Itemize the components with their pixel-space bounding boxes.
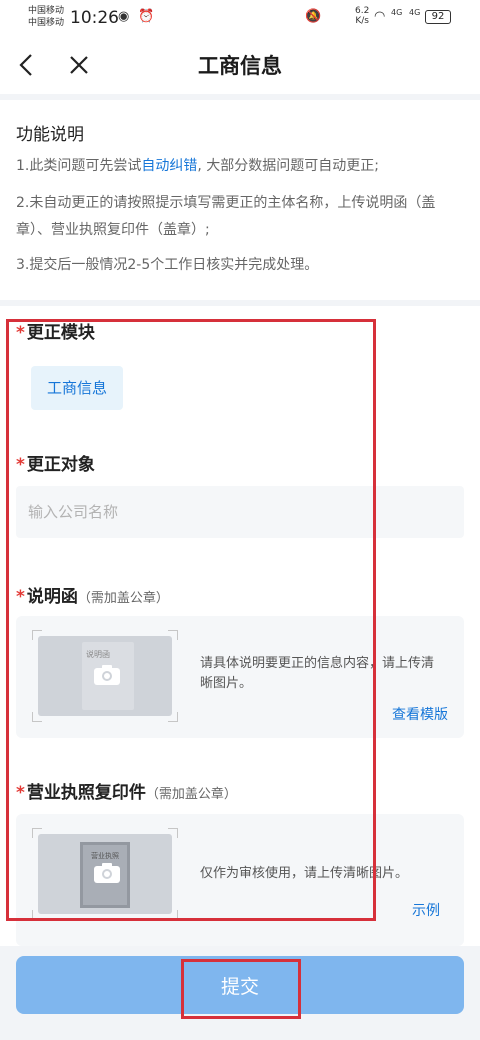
- line1-prefix: 1.此类问题可先尝试: [16, 158, 142, 174]
- license-label-text: 营业执照复印件: [26, 783, 146, 803]
- alarm-icon: ⏰: [138, 9, 155, 24]
- frame-corner: [168, 910, 178, 920]
- letter-label: * 说明函（需加盖公章）: [16, 582, 169, 607]
- frame-corner: [168, 712, 178, 722]
- correction-form: *更正模块 工商信息 *更正对象 *说明函（需加盖公章） 说明函 请具体说明要更…: [0, 306, 480, 946]
- example-link[interactable]: 示例: [412, 900, 440, 920]
- net-1: 4G: [391, 8, 403, 17]
- line1-suffix: , 大部分数据问题可自动更正;: [197, 158, 379, 174]
- letter-hint: 请具体说明要更正的信息内容，请上传清晰图片。: [200, 656, 435, 691]
- description-line-1: 1.此类问题可先尝试自动纠错, 大部分数据问题可自动更正;: [16, 153, 462, 180]
- frame-corner: [32, 910, 42, 920]
- required-mark: *: [16, 455, 25, 475]
- module-label-text: 更正模块: [26, 323, 95, 343]
- carrier-2: 中国移动: [28, 18, 65, 28]
- license-upload-button[interactable]: 营业执照: [32, 828, 178, 920]
- speed-value: 6.2: [355, 6, 370, 16]
- description-title: 功能说明: [16, 125, 84, 145]
- required-mark: *: [16, 323, 25, 343]
- camera-icon: [94, 863, 120, 883]
- nav-bar: 工商信息: [0, 36, 480, 94]
- frame-corner: [168, 630, 178, 640]
- target-label-text: 更正对象: [26, 455, 95, 475]
- letter-label-text: 说明函: [26, 587, 78, 607]
- module-label: * 更正模块: [16, 318, 95, 343]
- auto-correct-link[interactable]: 自动纠错: [141, 158, 197, 174]
- license-label-sub: （需加盖公章）: [145, 787, 237, 802]
- letter-label-sub: （需加盖公章）: [77, 591, 169, 606]
- license-upload-box: 营业执照 仅作为审核使用，请上传清晰图片。 示例: [16, 814, 464, 946]
- mute-icon: 🔕: [305, 9, 322, 24]
- license-hint: 仅作为审核使用，请上传清晰图片。: [200, 866, 409, 881]
- letter-upload-box: 说明函 请具体说明要更正的信息内容，请上传清晰图片。 查看模版: [16, 616, 464, 738]
- speed-unit: K/s: [355, 16, 369, 26]
- view-template-link[interactable]: 查看模版: [392, 704, 448, 724]
- frame-corner: [168, 828, 178, 838]
- page-title: 工商信息: [198, 54, 282, 78]
- license-label: * 营业执照复印件（需加盖公章）: [16, 778, 237, 803]
- status-bar: 中国移动 中国移动 10:26 ◉ ⏰ 🔕 6.2 K/s ◠ 4G 4G 92: [0, 0, 480, 36]
- description-line-2: 2.未自动更正的请按照提示填写需更正的主体名称，上传说明函（盖章）、营业执照复印…: [16, 195, 436, 238]
- target-label: * 更正对象: [16, 450, 95, 475]
- frame-corner: [32, 630, 42, 640]
- frame-corner: [32, 828, 42, 838]
- frame-corner: [32, 712, 42, 722]
- net-2: 4G: [409, 8, 421, 17]
- submit-button[interactable]: 提交: [16, 956, 464, 1014]
- letter-upload-button[interactable]: 说明函: [32, 630, 178, 722]
- network-speed: 6.2 K/s: [355, 6, 369, 26]
- submit-bar: 提交: [0, 946, 480, 1040]
- wifi-icon: ◠: [374, 9, 386, 24]
- required-mark: *: [16, 783, 25, 803]
- camera-icon: [94, 665, 120, 685]
- license-sample-text: 营业执照: [91, 852, 119, 860]
- company-name-input[interactable]: [16, 486, 464, 538]
- function-description: 功能说明 1.此类问题可先尝试自动纠错, 大部分数据问题可自动更正; 2.未自动…: [0, 100, 480, 300]
- carrier-1: 中国移动: [28, 6, 65, 16]
- letter-sample-text: 说明函: [86, 650, 110, 659]
- eye-icon: ◉: [118, 9, 130, 24]
- module-chip[interactable]: 工商信息: [31, 366, 123, 410]
- required-mark: *: [16, 587, 25, 607]
- battery-indicator: 92: [425, 10, 451, 24]
- description-line-3: 3.提交后一般情况2-5个工作日核实并完成处理。: [16, 257, 319, 273]
- clock: 10:26: [70, 8, 119, 28]
- carrier-info: 中国移动 中国移动: [28, 5, 64, 29]
